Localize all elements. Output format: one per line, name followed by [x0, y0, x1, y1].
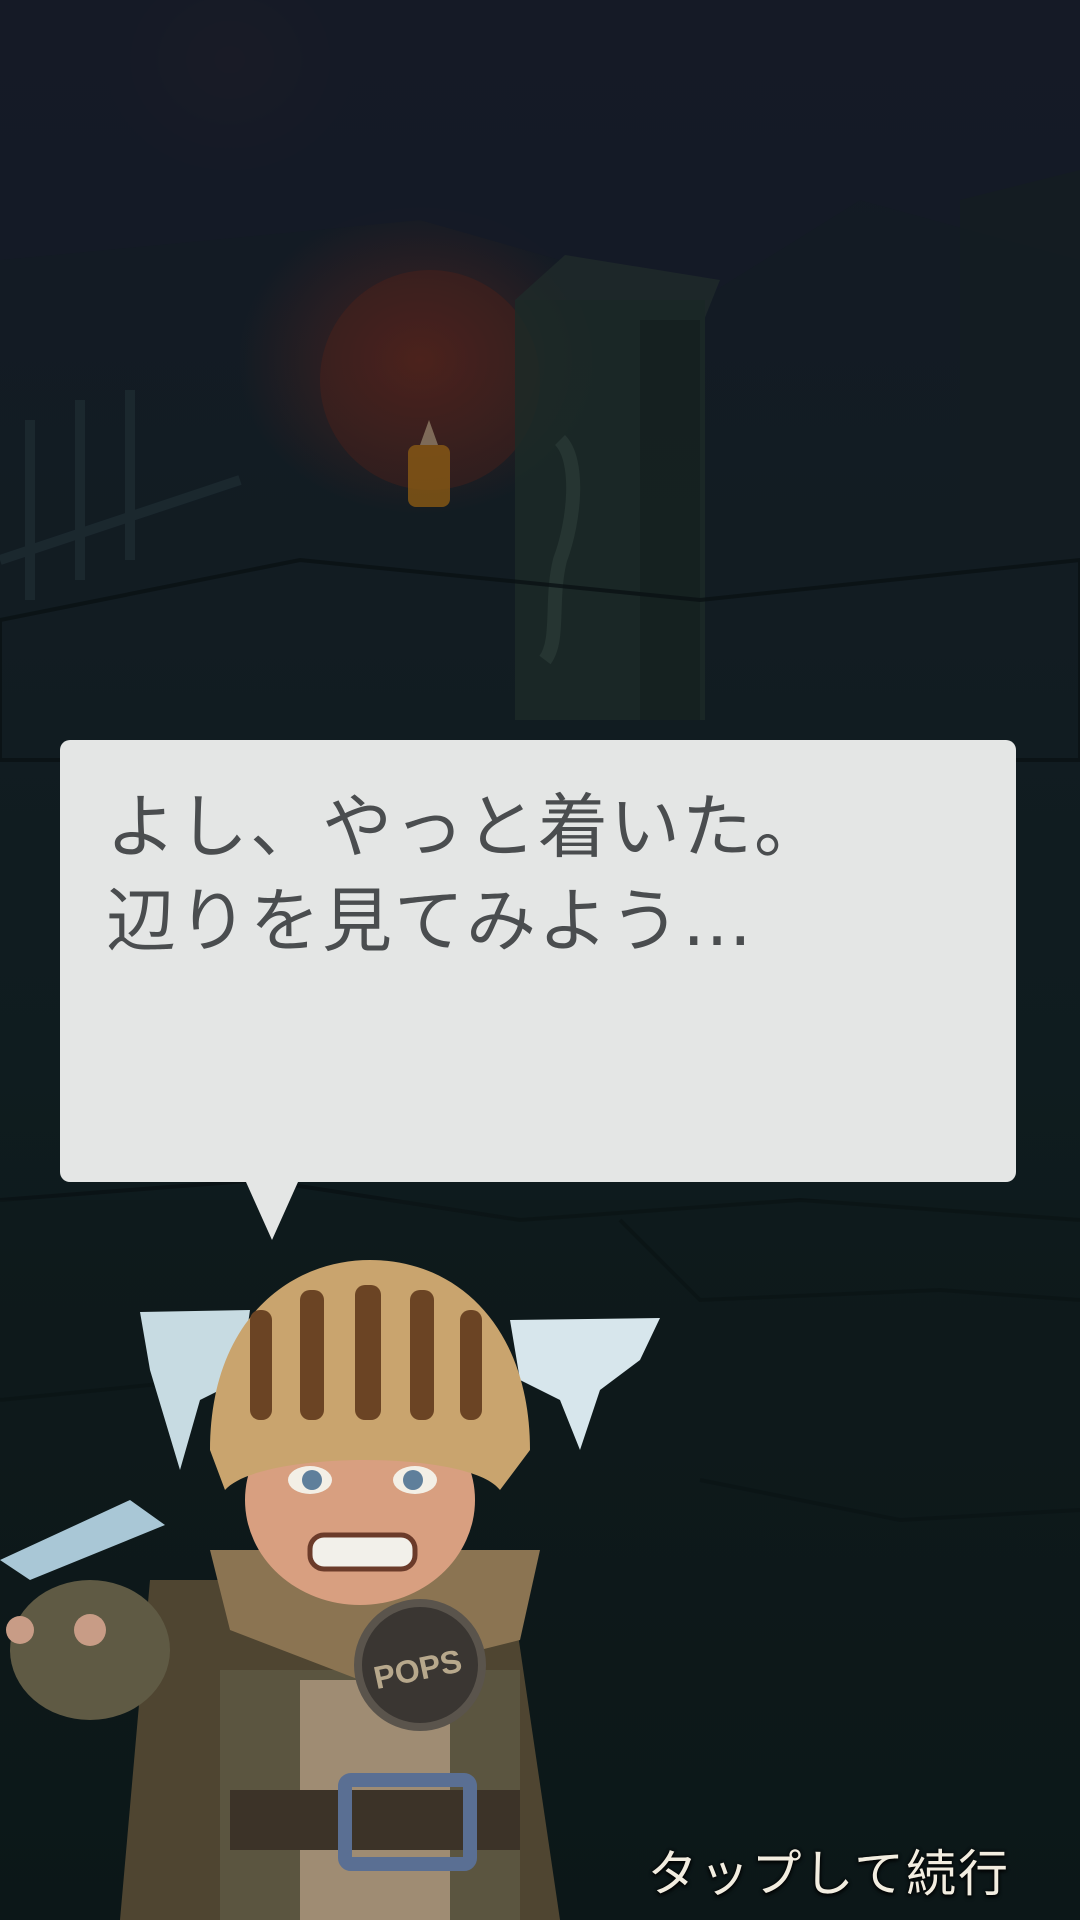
- candle: [408, 445, 450, 507]
- dialog-box: よし、やっと着いた。 辺りを見てみよう…: [60, 740, 1016, 1182]
- game-screen[interactable]: よし、やっと着いた。 辺りを見てみよう… POPS タップして続行: [0, 0, 1080, 1920]
- dialog-line-1: よし、やっと着いた。: [106, 786, 826, 868]
- knight-character-portrait: POPS: [0, 1260, 660, 1920]
- fence: [0, 390, 242, 600]
- dialog-line-2: 辺りを見てみよう…: [106, 880, 754, 962]
- stone-statue: [515, 255, 720, 720]
- right-wing: [510, 1318, 660, 1450]
- dialog-tail: [246, 1182, 298, 1240]
- tap-to-continue-prompt[interactable]: タップして続行: [648, 1834, 1011, 1906]
